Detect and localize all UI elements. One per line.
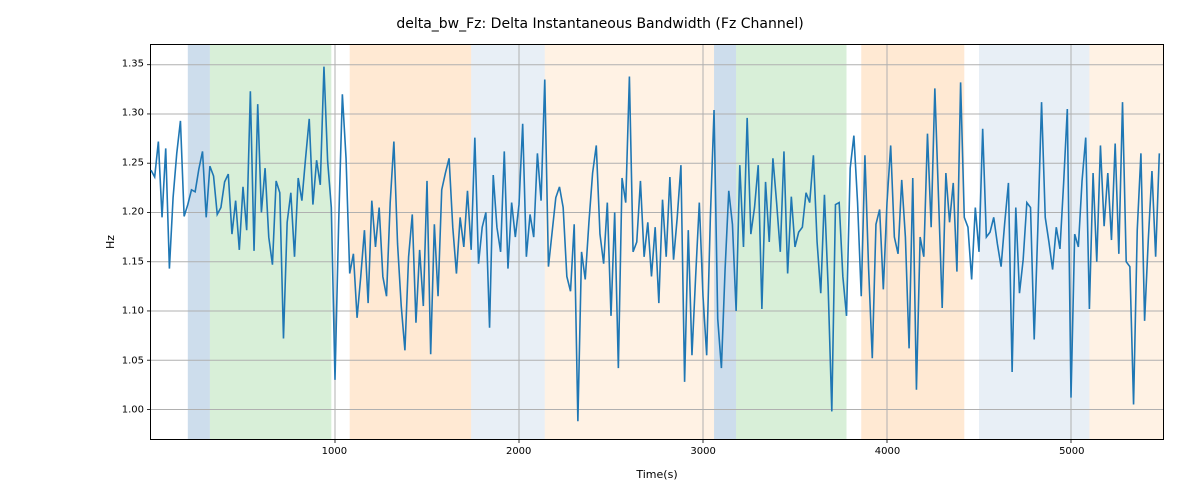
xtick-label: 3000 xyxy=(690,446,715,457)
xtick-label: 2000 xyxy=(506,446,531,457)
region xyxy=(861,45,964,439)
figure: delta_bw_Fz: Delta Instantaneous Bandwid… xyxy=(0,0,1200,500)
xtick-label: 4000 xyxy=(875,446,900,457)
region xyxy=(188,45,210,439)
xtick-label: 1000 xyxy=(322,446,347,457)
region xyxy=(979,45,1089,439)
region xyxy=(736,45,846,439)
y-axis-label: Hz xyxy=(104,44,120,440)
region xyxy=(471,45,545,439)
x-axis-label: Time(s) xyxy=(150,468,1164,481)
xtick-label: 5000 xyxy=(1059,446,1084,457)
chart-title: delta_bw_Fz: Delta Instantaneous Bandwid… xyxy=(0,16,1200,32)
plot-area xyxy=(150,44,1164,440)
plot-svg xyxy=(151,45,1163,439)
region xyxy=(210,45,331,439)
